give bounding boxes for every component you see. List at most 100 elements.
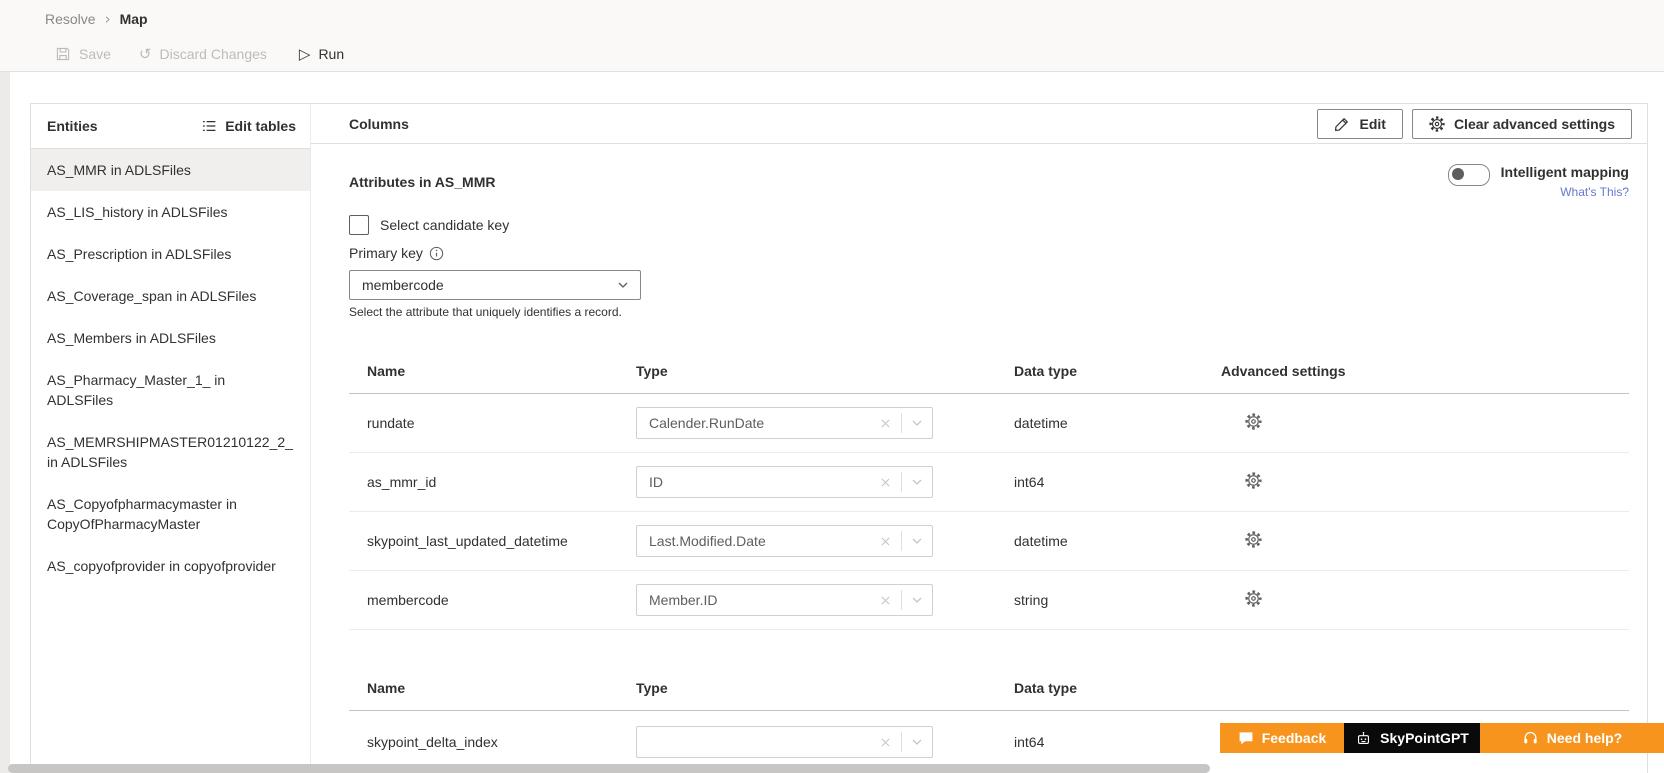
skypointgpt-button[interactable]: SkyPointGPT	[1344, 723, 1480, 753]
edit-button[interactable]: Edit	[1317, 109, 1402, 139]
entity-item[interactable]: AS_LIS_history in ADLSFiles	[31, 191, 310, 233]
attribute-name: rundate	[349, 415, 636, 431]
clear-advanced-settings-button[interactable]: Clear advanced settings	[1412, 109, 1632, 139]
gear-icon[interactable]	[1245, 413, 1262, 430]
primary-key-description: Select the attribute that uniquely ident…	[349, 305, 1629, 319]
skypointgpt-label: SkyPointGPT	[1380, 730, 1469, 746]
advanced-settings-cell	[1221, 590, 1629, 610]
clear-x-icon[interactable]	[870, 595, 901, 606]
feedback-button[interactable]: Feedback	[1220, 723, 1344, 753]
entity-item-label: AS_Pharmacy_Master_1_ in ADLSFiles	[47, 372, 225, 408]
save-icon	[55, 46, 71, 62]
attribute-name: skypoint_last_updated_datetime	[349, 533, 636, 549]
edit-button-label: Edit	[1359, 116, 1385, 132]
entities-sidebar: Entities Edit tables AS_MMR in ADLSFiles…	[31, 104, 311, 773]
column-header-data-type: Data type	[1014, 363, 1221, 379]
command-bar: Save ↺ Discard Changes ▷ Run	[55, 41, 344, 67]
entity-item[interactable]: AS_MEMRSHIPMASTER01210122_2_ in ADLSFile…	[31, 421, 310, 483]
attribute-row: skypoint_last_updated_datetime Last.Modi…	[349, 512, 1629, 571]
whats-this-link[interactable]: What's This?	[1560, 185, 1629, 199]
columns-panel: Columns Edit	[311, 104, 1647, 773]
entity-item[interactable]: AS_Coverage_span in ADLSFiles	[31, 275, 310, 317]
need-help-button[interactable]: Need help?	[1480, 723, 1664, 753]
columns-header: Columns Edit	[311, 104, 1647, 144]
attribute-table-body: rundate Calender.RunDate datetime	[349, 394, 1629, 630]
chevron-down-icon[interactable]	[902, 736, 932, 748]
clear-advanced-settings-label: Clear advanced settings	[1454, 116, 1615, 132]
primary-key-value: membercode	[362, 277, 444, 293]
chevron-down-icon[interactable]	[902, 417, 932, 429]
robot-icon	[1355, 730, 1372, 747]
type-combobox-value: Last.Modified.Date	[637, 533, 870, 549]
run-button[interactable]: ▷ Run	[299, 46, 344, 62]
gear-icon[interactable]	[1245, 472, 1262, 489]
pencil-icon	[1334, 116, 1350, 132]
bulleted-list-icon	[201, 118, 217, 134]
gear-icon[interactable]	[1245, 590, 1262, 607]
breadcrumb-chevron-icon: ›	[105, 10, 111, 28]
attribute-row: membercode Member.ID string	[349, 571, 1629, 630]
chevron-down-icon[interactable]	[902, 476, 932, 488]
attribute-table: Name Type Data type Advanced settings ru…	[349, 349, 1629, 630]
info-icon[interactable]	[429, 246, 444, 261]
intelligent-mapping-text: Intelligent mapping What's This?	[1501, 164, 1629, 199]
headset-icon	[1522, 730, 1539, 747]
intelligent-mapping-label: Intelligent mapping	[1501, 164, 1629, 181]
type-combobox-value: Calender.RunDate	[637, 415, 870, 431]
type-combobox[interactable]	[636, 726, 933, 758]
breadcrumb-resolve[interactable]: Resolve	[45, 11, 96, 27]
clear-x-icon[interactable]	[870, 737, 901, 748]
clear-x-icon[interactable]	[870, 536, 901, 547]
data-type-value: string	[1014, 592, 1221, 608]
candidate-key-label: Select candidate key	[380, 217, 509, 233]
entities-header: Entities Edit tables	[31, 104, 310, 149]
type-combobox[interactable]: Calender.RunDate	[636, 407, 933, 439]
attributes-title: Attributes in AS_MMR	[349, 174, 495, 190]
discard-changes-label: Discard Changes	[160, 46, 267, 62]
entity-item-label: AS_Members in ADLSFiles	[47, 330, 216, 346]
entity-item[interactable]: AS_Pharmacy_Master_1_ in ADLSFiles	[31, 359, 310, 421]
candidate-key-row: Select candidate key	[349, 215, 1629, 235]
breadcrumb: Resolve › Map	[45, 10, 148, 28]
chevron-down-icon[interactable]	[902, 535, 932, 547]
primary-key-dropdown[interactable]: membercode	[349, 270, 641, 300]
entity-item[interactable]: AS_Prescription in ADLSFiles	[31, 233, 310, 275]
candidate-key-checkbox[interactable]	[349, 215, 369, 235]
entity-item[interactable]: AS_MMR in ADLSFiles	[31, 149, 310, 191]
data-type-value: int64	[1014, 734, 1221, 750]
topbar: Resolve › Map Save ↺ Discard Changes ▷ R…	[0, 0, 1664, 72]
entity-item-label: AS_Copyofpharmacymaster in CopyOfPharmac…	[47, 496, 237, 532]
entity-item[interactable]: AS_copyofprovider in copyofprovider	[31, 545, 310, 587]
column-header-name: Name	[349, 680, 636, 696]
gear-icon[interactable]	[1245, 531, 1262, 548]
entity-item[interactable]: AS_Members in ADLSFiles	[31, 317, 310, 359]
advanced-settings-cell	[1221, 472, 1629, 492]
feedback-label: Feedback	[1262, 730, 1327, 746]
chevron-down-icon[interactable]	[902, 594, 932, 606]
attributes-panel-body: Attributes in AS_MMR Intelligent mapping…	[311, 144, 1647, 773]
column-header-advanced: Advanced settings	[1221, 363, 1629, 379]
clear-x-icon[interactable]	[870, 477, 901, 488]
intelligent-mapping-toggle[interactable]	[1448, 164, 1490, 186]
save-label: Save	[79, 46, 111, 62]
discard-changes-button[interactable]: ↺ Discard Changes	[139, 46, 267, 62]
clear-x-icon[interactable]	[870, 418, 901, 429]
advanced-settings-cell	[1221, 531, 1629, 551]
type-combobox[interactable]: Last.Modified.Date	[636, 525, 933, 557]
attribute-name: as_mmr_id	[349, 474, 636, 490]
edit-tables-label: Edit tables	[225, 118, 296, 134]
entities-title: Entities	[47, 118, 98, 134]
gear-icon	[1429, 116, 1445, 132]
type-combobox[interactable]: Member.ID	[636, 584, 933, 616]
entity-item-label: AS_Prescription in ADLSFiles	[47, 246, 231, 262]
speech-bubble-icon	[1238, 730, 1254, 746]
data-type-value: int64	[1014, 474, 1221, 490]
entity-item[interactable]: AS_Copyofpharmacymaster in CopyOfPharmac…	[31, 483, 310, 545]
column-header-data-type: Data type	[1014, 680, 1221, 696]
attribute-row: as_mmr_id ID int64	[349, 453, 1629, 512]
save-button[interactable]: Save	[55, 46, 111, 62]
type-combobox[interactable]: ID	[636, 466, 933, 498]
edit-tables-button[interactable]: Edit tables	[201, 118, 296, 134]
system-table-header: Name Type Data type	[349, 666, 1629, 711]
horizontal-scrollbar-thumb[interactable]	[8, 764, 1210, 773]
